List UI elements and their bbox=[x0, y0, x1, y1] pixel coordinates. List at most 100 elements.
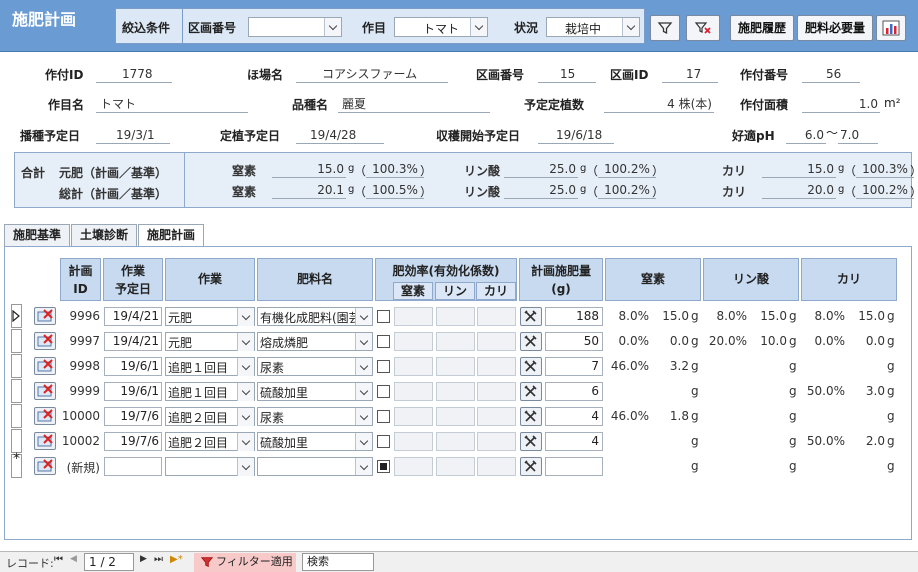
chevron-down-icon[interactable] bbox=[355, 383, 372, 400]
eff-phosphorus-input[interactable] bbox=[436, 457, 475, 476]
work-select[interactable]: 元肥 bbox=[165, 307, 255, 326]
row-selector[interactable] bbox=[11, 304, 22, 328]
calculate-button[interactable] bbox=[520, 407, 542, 426]
chevron-down-icon[interactable] bbox=[237, 458, 254, 476]
delete-row-button[interactable] bbox=[34, 357, 56, 375]
eff-potassium-input[interactable] bbox=[477, 432, 516, 451]
eff-nitrogen-input[interactable] bbox=[394, 407, 433, 426]
delete-row-button[interactable] bbox=[34, 382, 56, 400]
delete-row-button[interactable] bbox=[34, 407, 56, 425]
delete-row-button[interactable] bbox=[34, 332, 56, 350]
fertilizer-select[interactable]: 硫酸加里 bbox=[257, 432, 373, 451]
override-checkbox[interactable] bbox=[377, 435, 390, 448]
chevron-down-icon[interactable] bbox=[355, 408, 372, 425]
fertilizer-select[interactable]: 尿素 bbox=[257, 357, 373, 376]
calculate-button[interactable] bbox=[520, 382, 542, 401]
work-date-input[interactable] bbox=[104, 457, 162, 476]
chevron-down-icon[interactable] bbox=[237, 408, 254, 426]
override-checkbox[interactable] bbox=[377, 360, 390, 373]
next-record-icon[interactable]: ▶ bbox=[140, 554, 147, 564]
work-select[interactable] bbox=[165, 457, 255, 476]
eff-potassium-input[interactable] bbox=[477, 457, 516, 476]
chevron-down-icon[interactable] bbox=[355, 333, 372, 350]
chevron-down-icon[interactable] bbox=[355, 433, 372, 450]
eff-nitrogen-input[interactable] bbox=[394, 382, 433, 401]
eff-potassium-input[interactable] bbox=[477, 332, 516, 351]
chevron-down-icon[interactable] bbox=[237, 333, 254, 351]
override-checkbox[interactable] bbox=[377, 335, 390, 348]
eff-phosphorus-input[interactable] bbox=[436, 307, 475, 326]
row-selector[interactable] bbox=[11, 429, 22, 453]
row-selector[interactable] bbox=[11, 329, 22, 353]
calculate-button[interactable] bbox=[520, 357, 542, 376]
planned-amount-input[interactable]: 7 bbox=[545, 357, 603, 376]
eff-nitrogen-input[interactable] bbox=[394, 307, 433, 326]
planned-amount-input[interactable] bbox=[545, 457, 603, 476]
row-selector[interactable] bbox=[11, 379, 22, 403]
planned-amount-input[interactable]: 50 bbox=[545, 332, 603, 351]
work-date-input[interactable]: 19/4/21 bbox=[104, 332, 162, 351]
eff-nitrogen-input[interactable] bbox=[394, 432, 433, 451]
planned-amount-input[interactable]: 188 bbox=[545, 307, 603, 326]
override-checkbox[interactable] bbox=[377, 410, 390, 423]
eff-phosphorus-input[interactable] bbox=[436, 357, 475, 376]
planned-amount-input[interactable]: 4 bbox=[545, 407, 603, 426]
calculate-button[interactable] bbox=[520, 432, 542, 451]
eff-nitrogen-input[interactable] bbox=[394, 457, 433, 476]
fertilizer-select[interactable]: 熔成燐肥 bbox=[257, 332, 373, 351]
override-checkbox[interactable] bbox=[377, 385, 390, 398]
fertilizer-select[interactable] bbox=[257, 457, 373, 476]
fertilizer-select[interactable]: 尿素 bbox=[257, 407, 373, 426]
eff-potassium-input[interactable] bbox=[477, 357, 516, 376]
search-input[interactable]: 検索 bbox=[302, 553, 374, 571]
work-date-input[interactable]: 19/6/1 bbox=[104, 357, 162, 376]
record-number-input[interactable]: 1 / 2 bbox=[84, 553, 134, 571]
eff-phosphorus-input[interactable] bbox=[436, 432, 475, 451]
tools-icon bbox=[524, 385, 537, 397]
filter-applied-button[interactable]: フィルター適用 bbox=[194, 553, 296, 572]
delete-row-button[interactable] bbox=[34, 307, 56, 325]
work-select[interactable]: 追肥１回目 bbox=[165, 357, 255, 376]
eff-phosphorus-input[interactable] bbox=[436, 407, 475, 426]
delete-row-button[interactable] bbox=[34, 457, 56, 475]
fertilizer-select[interactable]: 有機化成肥料(園芸 bbox=[257, 307, 373, 326]
new-record-icon[interactable]: ▶* bbox=[170, 554, 183, 565]
override-checkbox[interactable] bbox=[377, 460, 390, 473]
chevron-down-icon[interactable] bbox=[237, 383, 254, 401]
work-date-input[interactable]: 19/7/6 bbox=[104, 407, 162, 426]
planned-amount-input[interactable]: 4 bbox=[545, 432, 603, 451]
eff-potassium-input[interactable] bbox=[477, 307, 516, 326]
chevron-down-icon[interactable] bbox=[355, 358, 372, 375]
calculate-button[interactable] bbox=[520, 332, 542, 351]
work-date-input[interactable]: 19/6/1 bbox=[104, 382, 162, 401]
first-record-icon[interactable]: ⏮ bbox=[54, 554, 63, 565]
chevron-down-icon[interactable] bbox=[355, 308, 372, 325]
eff-phosphorus-input[interactable] bbox=[436, 382, 475, 401]
work-select[interactable]: 元肥 bbox=[165, 332, 255, 351]
eff-nitrogen-input[interactable] bbox=[394, 357, 433, 376]
work-select[interactable]: 追肥２回目 bbox=[165, 407, 255, 426]
work-select[interactable]: 追肥１回目 bbox=[165, 382, 255, 401]
work-date-input[interactable]: 19/7/6 bbox=[104, 432, 162, 451]
fertilizer-select[interactable]: 硫酸加里 bbox=[257, 382, 373, 401]
last-record-icon[interactable]: ⏭ bbox=[154, 554, 163, 565]
eff-potassium-input[interactable] bbox=[477, 407, 516, 426]
planned-amount-input[interactable]: 6 bbox=[545, 382, 603, 401]
delete-row-button[interactable] bbox=[34, 432, 56, 450]
previous-record-icon[interactable]: ◀ bbox=[70, 554, 77, 564]
eff-nitrogen-input[interactable] bbox=[394, 332, 433, 351]
phosphoric-acid-unit: g bbox=[789, 459, 797, 473]
row-selector[interactable] bbox=[11, 354, 22, 378]
chevron-down-icon[interactable] bbox=[237, 308, 254, 326]
calculate-button[interactable] bbox=[520, 307, 542, 326]
eff-phosphorus-input[interactable] bbox=[436, 332, 475, 351]
chevron-down-icon[interactable] bbox=[355, 458, 372, 475]
override-checkbox[interactable] bbox=[377, 310, 390, 323]
work-select[interactable]: 追肥２回目 bbox=[165, 432, 255, 451]
chevron-down-icon[interactable] bbox=[237, 433, 254, 451]
calculate-button[interactable] bbox=[520, 457, 542, 476]
chevron-down-icon[interactable] bbox=[237, 358, 254, 376]
work-date-input[interactable]: 19/4/21 bbox=[104, 307, 162, 326]
eff-potassium-input[interactable] bbox=[477, 382, 516, 401]
row-selector[interactable] bbox=[11, 404, 22, 428]
